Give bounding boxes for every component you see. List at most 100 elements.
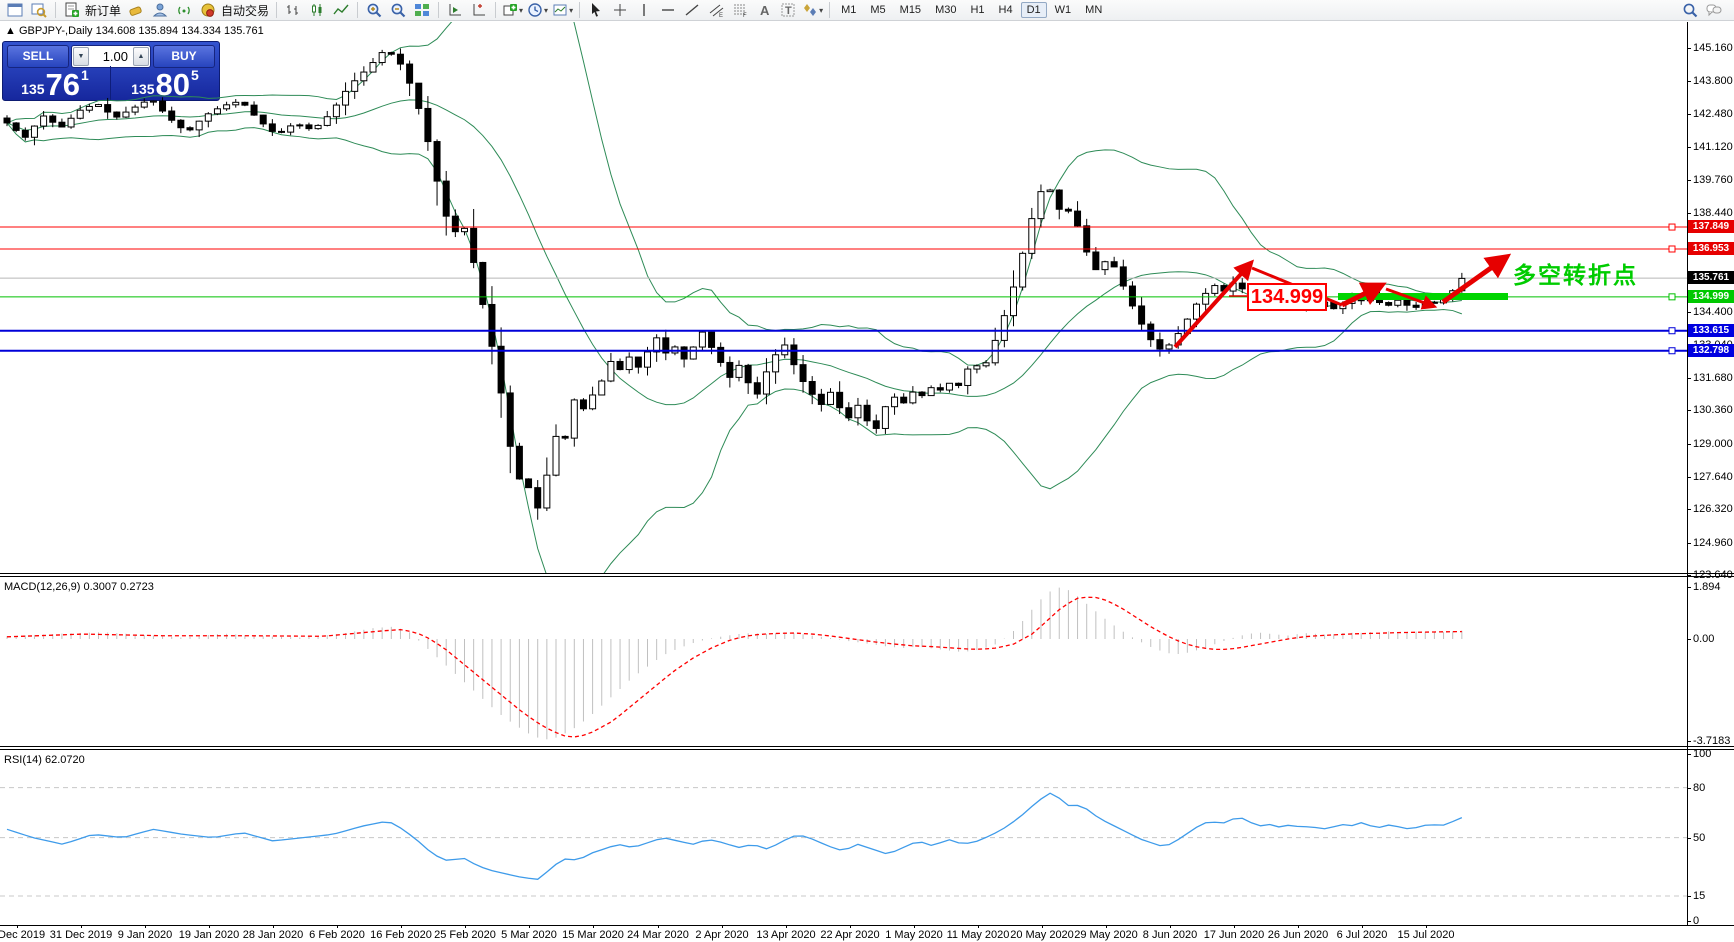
- axis-label: 80: [1693, 782, 1706, 794]
- vertical-line-tool-icon[interactable]: [632, 0, 656, 20]
- candle-body: [561, 435, 569, 439]
- level-handle[interactable]: [1668, 245, 1676, 253]
- timeframe-m1[interactable]: M1: [835, 2, 862, 18]
- macd-rsi-separator[interactable]: [0, 746, 1734, 747]
- candle-body: [863, 404, 871, 422]
- macd-rsi-separator2[interactable]: [0, 749, 1734, 750]
- candle-body: [744, 364, 752, 384]
- signals-icon[interactable]: [172, 0, 196, 20]
- date-tick: [1106, 925, 1107, 928]
- candle-body: [250, 104, 258, 116]
- axis-tick: [1687, 509, 1691, 510]
- accounts-icon[interactable]: [148, 0, 172, 20]
- timeframe-m30[interactable]: M30: [929, 2, 962, 18]
- data-window-icon[interactable]: [27, 0, 51, 20]
- main-macd-separator[interactable]: [0, 573, 1734, 574]
- autotrading-icon[interactable]: [196, 0, 220, 20]
- date-label: 2 Dec 2019: [0, 929, 46, 941]
- zoom-in-icon[interactable]: [362, 0, 386, 20]
- new-order-icon[interactable]: [60, 0, 84, 20]
- main-macd-separator2[interactable]: [0, 576, 1734, 577]
- rsi-panel[interactable]: [0, 751, 1687, 925]
- candle-body: [1046, 189, 1054, 193]
- price-box-annotation[interactable]: 134.999: [1247, 283, 1327, 311]
- date-label: 25 Feb 2020: [434, 929, 496, 941]
- candle-body: [634, 356, 642, 368]
- candle-body: [241, 101, 249, 106]
- timeframe-d1[interactable]: D1: [1020, 2, 1047, 18]
- equidistant-channel-tool-icon[interactable]: E: [704, 0, 728, 20]
- timeframe-h4[interactable]: H4: [993, 2, 1019, 18]
- candle-body: [451, 215, 459, 233]
- history-center-icon[interactable]: [124, 0, 148, 20]
- rsi-label: RSI(14) 62.0720: [4, 754, 85, 766]
- candle-body: [1412, 304, 1420, 308]
- candle-body: [689, 346, 697, 360]
- level-handle[interactable]: [1668, 293, 1676, 301]
- candle-body: [552, 435, 560, 476]
- autotrading-label[interactable]: 自动交易: [221, 2, 269, 19]
- shapes-tool-icon[interactable]: ▾: [800, 0, 825, 20]
- candle-body: [772, 354, 780, 373]
- timeframe-h1[interactable]: H1: [964, 2, 990, 18]
- main-chart[interactable]: [0, 22, 1687, 573]
- axis-label: 1.894: [1693, 581, 1721, 593]
- price-badge-137.849: 137.849: [1688, 220, 1734, 233]
- tile-windows-icon[interactable]: [410, 0, 434, 20]
- toolbar-separator: [579, 2, 581, 18]
- axis-tick: [1687, 114, 1691, 115]
- candle-body: [204, 113, 212, 122]
- zoom-out-icon[interactable]: [386, 0, 410, 20]
- timeframe-mn[interactable]: MN: [1079, 2, 1108, 18]
- candle-body: [589, 394, 597, 410]
- new-order-label[interactable]: 新订单: [85, 2, 121, 19]
- macd-panel[interactable]: [0, 578, 1687, 746]
- timeframe-m15[interactable]: M15: [894, 2, 927, 18]
- turning-point-annotation[interactable]: 多空转折点: [1513, 256, 1638, 290]
- axis-label: 123.640: [1693, 569, 1733, 581]
- date-tick: [401, 925, 402, 928]
- level-handle[interactable]: [1668, 327, 1676, 335]
- timeframe-w1[interactable]: W1: [1049, 2, 1078, 18]
- cursor-tool-icon[interactable]: [584, 0, 608, 20]
- auto-scroll-icon[interactable]: [443, 0, 467, 20]
- templates-icon[interactable]: ▾: [550, 0, 575, 20]
- level-handle[interactable]: [1668, 347, 1676, 355]
- horizontal-line-tool-icon[interactable]: [656, 0, 680, 20]
- candle-body: [955, 382, 963, 386]
- candle-body: [927, 387, 935, 397]
- candle-body: [598, 380, 606, 396]
- candle-body: [708, 331, 716, 348]
- axis-label: 145.160: [1693, 42, 1733, 54]
- date-label: 15 Jul 2020: [1397, 929, 1455, 941]
- label-tool-icon[interactable]: T: [776, 0, 800, 20]
- date-tick: [978, 925, 979, 928]
- text-tool-icon[interactable]: A: [752, 0, 776, 20]
- trend-arrow-0[interactable]: [1173, 259, 1255, 349]
- candle-body: [1238, 282, 1246, 290]
- chart-shift-icon[interactable]: [467, 0, 491, 20]
- timeframe-m5[interactable]: M5: [864, 2, 891, 18]
- chat-icon[interactable]: [1702, 0, 1726, 20]
- periods-icon[interactable]: ▾: [525, 0, 550, 20]
- candlestick-mode-icon[interactable]: [305, 0, 329, 20]
- fibonacci-tool-icon[interactable]: F: [728, 0, 752, 20]
- candle-body: [1385, 302, 1393, 306]
- candle-body: [424, 107, 432, 143]
- add-indicator-icon[interactable]: ▾: [500, 0, 525, 20]
- bar-chart-mode-icon[interactable]: [281, 0, 305, 20]
- candle-body: [296, 124, 304, 127]
- crosshair-tool-icon[interactable]: [608, 0, 632, 20]
- trendline-tool-icon[interactable]: [680, 0, 704, 20]
- candle-body: [40, 115, 48, 127]
- level-handle[interactable]: [1668, 223, 1676, 231]
- svg-text:T: T: [785, 5, 792, 17]
- candle-body: [1403, 299, 1411, 306]
- macd-label: MACD(12,26,9) 0.3007 0.2723: [4, 581, 154, 593]
- search-icon[interactable]: [1678, 0, 1702, 20]
- candle-body: [131, 106, 139, 113]
- candle-body: [461, 227, 468, 233]
- charts-window-icon[interactable]: [3, 0, 27, 20]
- candle-body: [515, 445, 523, 480]
- line-chart-mode-icon[interactable]: [329, 0, 353, 20]
